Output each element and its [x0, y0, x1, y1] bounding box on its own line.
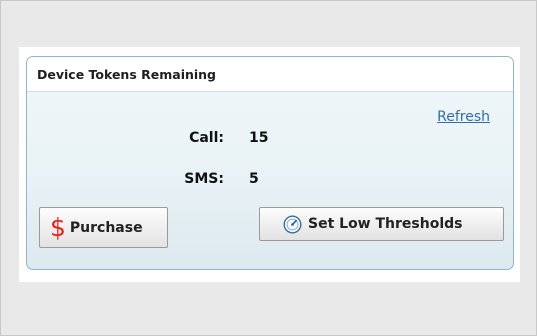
panel-title: Device Tokens Remaining — [27, 57, 513, 92]
gauge-icon — [283, 214, 302, 234]
refresh-link[interactable]: Refresh — [437, 109, 490, 125]
purchase-label: Purchase — [69, 219, 143, 236]
call-label: Call: — [189, 130, 224, 146]
sms-value: 5 — [249, 171, 259, 187]
device-tokens-panel: Device Tokens Remaining Refresh Call: 15… — [26, 56, 514, 270]
sms-label: SMS: — [184, 171, 224, 187]
dollar-icon: $ — [50, 213, 66, 242]
set-low-thresholds-label: Set Low Thresholds — [308, 216, 463, 232]
call-value: 15 — [249, 130, 269, 146]
purchase-button[interactable]: $ Purchase — [39, 207, 168, 248]
set-low-thresholds-button[interactable]: Set Low Thresholds — [259, 207, 504, 241]
